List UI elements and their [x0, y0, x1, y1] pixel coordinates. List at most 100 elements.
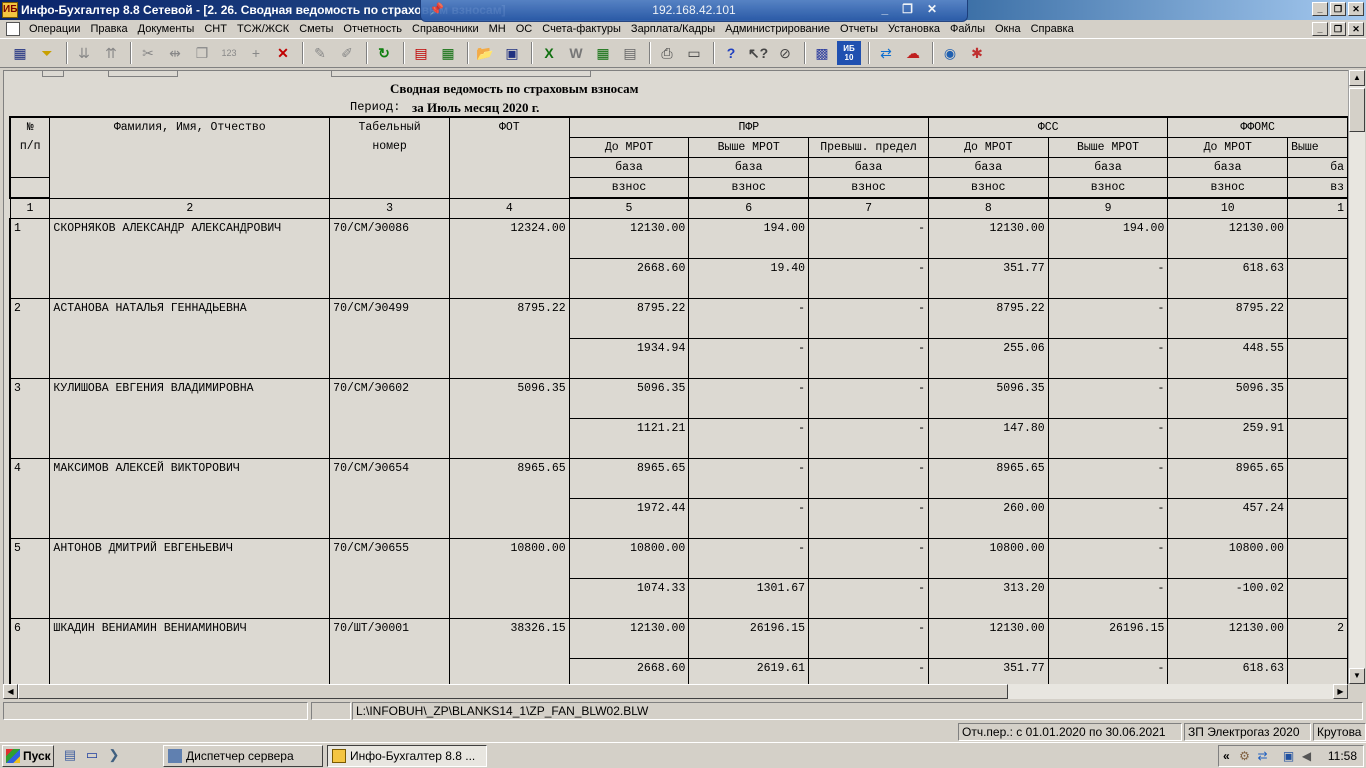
menu-files[interactable]: Файлы	[945, 23, 990, 35]
close-button[interactable]: ✕	[1348, 2, 1364, 16]
remote-icon[interactable]: ☁	[901, 41, 925, 65]
sort-asc-icon[interactable]: ⇊	[72, 41, 96, 65]
tray-volume-icon[interactable]: ◀	[1299, 749, 1314, 764]
scroll-left-icon[interactable]: ◀	[3, 684, 18, 699]
start-button[interactable]: Пуск	[2, 745, 54, 767]
network-icon[interactable]: ◉	[938, 41, 962, 65]
fss-vyshe-mrot-header: Выше МРОТ	[1047, 137, 1169, 158]
sort-desc-icon[interactable]: ⇈	[99, 41, 123, 65]
copy-icon[interactable]: ❐	[190, 41, 214, 65]
server-manager-quicklaunch-icon[interactable]: ▤	[62, 747, 78, 763]
export-icon[interactable]: ▦	[591, 41, 615, 65]
toolbar-separator	[366, 42, 368, 64]
compass-icon[interactable]: ⊘	[773, 41, 797, 65]
child-restore-button[interactable]: ❐	[1330, 22, 1346, 36]
row-number: 4	[9, 458, 51, 539]
menu-snt[interactable]: СНТ	[199, 23, 232, 35]
delete-icon[interactable]: ✕	[271, 41, 295, 65]
ffoms-vyshe-mrot-header: Выше	[1287, 137, 1348, 158]
menu-reporting[interactable]: Отчетность	[338, 23, 407, 35]
task-infobuh[interactable]: Инфо-Бухгалтер 8.8 ...	[327, 745, 487, 767]
vertical-scrollbar[interactable]: ▲ ▼	[1348, 70, 1365, 684]
menu-invoices[interactable]: Счета-фактуры	[537, 23, 626, 35]
menu-operations[interactable]: Операции	[24, 23, 85, 35]
rdp-minimize-button[interactable]: _	[881, 2, 888, 16]
menu-administration[interactable]: Администрирование	[720, 23, 835, 35]
menu-help[interactable]: Справка	[1026, 23, 1079, 35]
report-view[interactable]: Сводная ведомость по страховым взносам П…	[3, 70, 1348, 684]
menu-payroll[interactable]: Зарплата/Кадры	[626, 23, 720, 35]
menu-windows[interactable]: Окна	[990, 23, 1026, 35]
scroll-right-icon[interactable]: ▶	[1333, 684, 1348, 699]
word-icon[interactable]: W	[564, 41, 588, 65]
base-amount	[1287, 378, 1348, 419]
tray-tools-icon[interactable]: ⚙	[1237, 749, 1252, 764]
document-window-icon[interactable]	[6, 22, 20, 36]
contribution-amount: 1972.44	[568, 498, 690, 539]
unmark-icon[interactable]: ✐	[335, 41, 359, 65]
excel-icon[interactable]: X	[537, 41, 561, 65]
menu-edit[interactable]: Правка	[85, 23, 132, 35]
print-icon[interactable]: ⎙	[655, 41, 679, 65]
child-minimize-button[interactable]: _	[1312, 22, 1328, 36]
pdf-icon[interactable]: ▤	[409, 41, 433, 65]
save-icon[interactable]: ▣	[500, 41, 524, 65]
number-icon[interactable]: 123	[217, 41, 241, 65]
contribution-amount: -	[1047, 658, 1169, 684]
menu-references[interactable]: Справочники	[407, 23, 484, 35]
contribution-amount: 1934.94	[568, 338, 690, 379]
menu-tszh[interactable]: ТСЖ/ЖСК	[232, 23, 294, 35]
scroll-down-icon[interactable]: ▼	[1349, 668, 1365, 684]
preview-icon[interactable]: ▭	[682, 41, 706, 65]
minimize-button[interactable]: _	[1312, 2, 1328, 16]
calculator-icon[interactable]: ▦	[436, 41, 460, 65]
contribution-amount: 1301.67	[688, 578, 810, 619]
column-number: 4	[448, 197, 570, 219]
cut-icon[interactable]: ✂	[136, 41, 160, 65]
toolbar-separator	[130, 42, 132, 64]
employee-name: АНТОНОВ ДМИТРИЙ ЕВГЕНЬЕВИЧ	[49, 538, 331, 619]
context-help-icon[interactable]: ↖?	[746, 41, 770, 65]
ib10-icon[interactable]: ИБ 10	[837, 41, 861, 65]
add-icon[interactable]: +	[244, 41, 268, 65]
restore-button[interactable]: ❐	[1330, 2, 1346, 16]
task-server-manager[interactable]: Диспетчер сервера	[163, 745, 323, 767]
document-icon[interactable]: ▤	[618, 41, 642, 65]
tray-expand-icon[interactable]: «	[1223, 749, 1230, 763]
tray-teamviewer-icon[interactable]: ⇄	[1255, 749, 1270, 764]
horizontal-scrollbar[interactable]: ◀ ▶	[3, 684, 1348, 699]
horizontal-scroll-thumb[interactable]	[18, 684, 1008, 699]
menu-mn[interactable]: МН	[484, 23, 511, 35]
tray-network-icon[interactable]: ▣	[1281, 749, 1296, 764]
base-amount: -	[688, 378, 810, 419]
base-amount: -	[808, 618, 929, 659]
rdp-close-button[interactable]: ✕	[927, 2, 937, 16]
open-folder-icon[interactable]: 📂	[473, 41, 497, 65]
menu-reports[interactable]: Отчеты	[835, 23, 883, 35]
child-close-button[interactable]: ✕	[1348, 22, 1364, 36]
tools-icon[interactable]: ✱	[965, 41, 989, 65]
menu-setup[interactable]: Установка	[883, 23, 945, 35]
film-icon[interactable]: ▩	[810, 41, 834, 65]
teamviewer-icon[interactable]: ⇄	[874, 41, 898, 65]
powershell-icon[interactable]: ❯	[106, 747, 122, 763]
help-icon[interactable]: ?	[719, 41, 743, 65]
form-icon[interactable]: ▦	[8, 41, 32, 65]
show-desktop-icon[interactable]: ▭	[84, 747, 100, 763]
vertical-scroll-thumb[interactable]	[1349, 88, 1365, 132]
contribution-amount: -	[688, 418, 810, 459]
filter-icon[interactable]: ⏷	[35, 41, 59, 65]
menu-estimates[interactable]: Сметы	[294, 23, 338, 35]
row-number: 6	[9, 618, 51, 684]
base-amount: -	[1047, 298, 1169, 339]
split-icon[interactable]: ⇹	[163, 41, 187, 65]
menu-os[interactable]: ОС	[511, 23, 538, 35]
menu-documents[interactable]: Документы	[133, 23, 200, 35]
scroll-up-icon[interactable]: ▲	[1349, 70, 1365, 86]
app-icon[interactable]: ИБ	[2, 2, 18, 18]
mark-icon[interactable]: ✎	[308, 41, 332, 65]
contribution-amount	[1287, 498, 1348, 539]
refresh-icon[interactable]: ↻	[372, 41, 396, 65]
col-fot-header: ФОТ	[448, 116, 570, 199]
rdp-restore-button[interactable]: ❐	[902, 2, 913, 16]
